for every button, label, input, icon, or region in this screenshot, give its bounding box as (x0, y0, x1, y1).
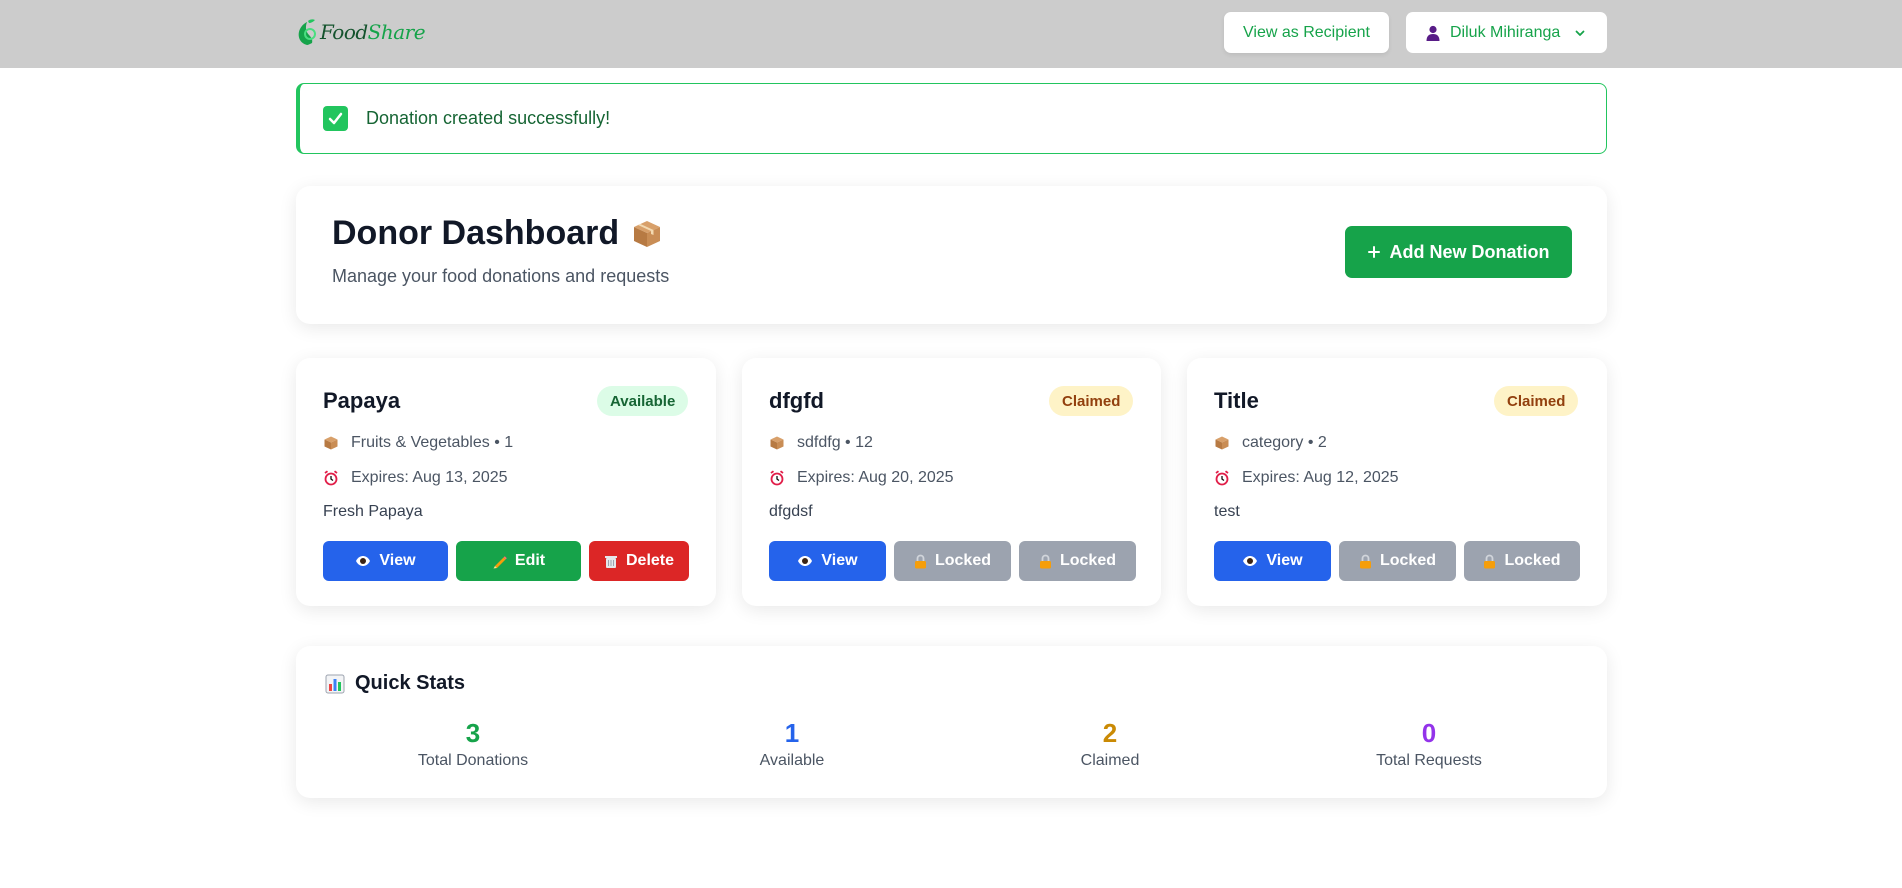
donation-category: category • 2 (1214, 434, 1327, 452)
stat-available: 1 Available (692, 716, 892, 770)
locked-delete-button[interactable]: Locked (1019, 541, 1136, 581)
edit-button[interactable]: Edit (456, 541, 581, 581)
package-icon (324, 436, 338, 450)
lock-icon (1484, 554, 1496, 568)
donation-expiry: Expires: Aug 12, 2025 (1214, 469, 1399, 487)
status-badge: Claimed (1049, 386, 1134, 416)
alarm-clock-icon (1215, 470, 1229, 486)
donation-card: Papaya Available Fruits & Vegetables • 1… (296, 358, 716, 606)
page-title: Donor Dashboard (332, 214, 663, 253)
add-new-donation-button[interactable]: Add New Donation (1345, 226, 1572, 278)
plus-icon (1367, 246, 1380, 258)
leaf-icon (298, 19, 316, 45)
locked-edit-button[interactable]: Locked (1339, 541, 1456, 581)
quick-stats-card: Quick Stats 3 Total Donations 1 Availabl… (296, 646, 1607, 798)
user-menu[interactable]: Diluk Mihiranga (1406, 12, 1607, 53)
app-logo[interactable]: FoodShare (296, 14, 426, 50)
view-button[interactable]: View (1214, 541, 1331, 581)
eye-icon (356, 556, 371, 566)
status-badge: Available (597, 386, 689, 416)
trash-icon (604, 555, 617, 568)
package-icon (1215, 436, 1229, 450)
view-button[interactable]: View (769, 541, 886, 581)
stat-total-donations: 3 Total Donations (373, 716, 573, 770)
check-icon (323, 106, 348, 131)
donation-expiry: Expires: Aug 13, 2025 (323, 469, 508, 487)
stat-label: Total Donations (417, 752, 529, 769)
eye-icon (798, 556, 813, 566)
stat-label: Available (759, 752, 825, 769)
donation-card: Title Claimed category • 2 Expires: Aug … (1187, 358, 1607, 606)
locked-delete-button[interactable]: Locked (1464, 541, 1580, 581)
status-badge: Claimed (1494, 386, 1579, 416)
locked-edit-button[interactable]: Locked (894, 541, 1011, 581)
success-alert: Donation created successfully! (296, 83, 1607, 154)
top-navbar: FoodShare View as Recipient Diluk Mihira… (0, 0, 1902, 68)
eye-icon (1243, 556, 1258, 566)
alarm-clock-icon (324, 470, 338, 486)
package-icon (770, 436, 784, 450)
donation-description: Fresh Papaya (323, 503, 423, 520)
alarm-clock-icon (770, 470, 784, 486)
pencil-icon (493, 555, 507, 568)
lock-icon (1359, 554, 1371, 568)
delete-button[interactable]: Delete (589, 541, 689, 581)
logo-text: FoodShare (320, 20, 426, 44)
user-icon (1426, 25, 1440, 41)
stat-total-requests: 0 Total Requests (1329, 716, 1529, 770)
package-icon (634, 220, 661, 247)
donation-name: dfgfd (769, 388, 824, 413)
lock-icon (914, 554, 926, 568)
view-button[interactable]: View (323, 541, 448, 581)
dashboard-header-card: Donor Dashboard Manage your food donatio… (296, 186, 1607, 324)
view-as-recipient-button[interactable]: View as Recipient (1224, 12, 1389, 53)
user-name: Diluk Mihiranga (1450, 23, 1561, 41)
donation-card: dfgfd Claimed sdfdfg • 12 Expires: Aug 2… (742, 358, 1161, 606)
bar-chart-icon (325, 674, 345, 693)
alert-message: Donation created successfully! (366, 108, 611, 128)
donation-category: Fruits & Vegetables • 1 (323, 434, 513, 452)
stat-value: 0 (1421, 718, 1437, 748)
donation-description: dfgdsf (769, 503, 813, 520)
lock-icon (1039, 554, 1051, 568)
stat-label: Total Requests (1376, 752, 1482, 769)
stat-label: Claimed (1080, 752, 1140, 769)
donation-category: sdfdfg • 12 (769, 434, 873, 452)
stat-value: 1 (784, 718, 800, 748)
donation-name: Title (1214, 388, 1259, 413)
donation-description: test (1214, 503, 1240, 520)
page-subtitle: Manage your food donations and requests (332, 266, 670, 286)
stats-title: Quick Stats (325, 672, 465, 695)
donation-expiry: Expires: Aug 20, 2025 (769, 469, 954, 487)
stat-value: 3 (465, 718, 481, 748)
stat-claimed: 2 Claimed (1010, 716, 1210, 770)
chevron-down-icon (1575, 30, 1585, 36)
stat-value: 2 (1102, 718, 1118, 748)
donation-name: Papaya (323, 388, 401, 413)
